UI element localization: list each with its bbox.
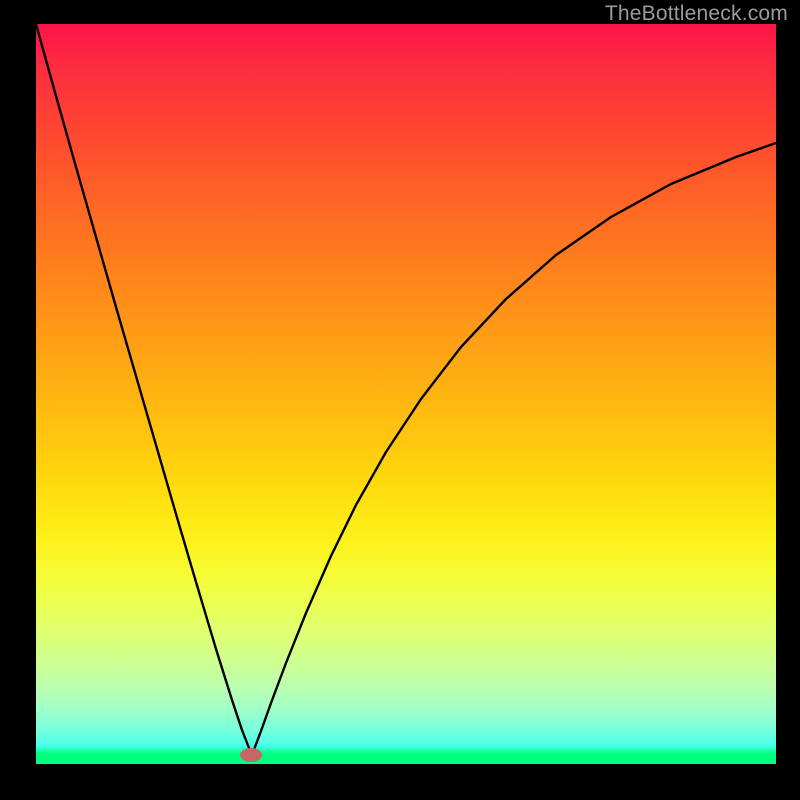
outer-frame: TheBottleneck.com <box>0 0 800 800</box>
curve-left-branch <box>36 24 252 755</box>
watermark-text: TheBottleneck.com <box>605 2 788 26</box>
minimum-marker <box>240 748 262 762</box>
plot-area <box>36 24 776 764</box>
curve-svg <box>36 24 776 764</box>
curve-right-branch <box>252 143 776 755</box>
